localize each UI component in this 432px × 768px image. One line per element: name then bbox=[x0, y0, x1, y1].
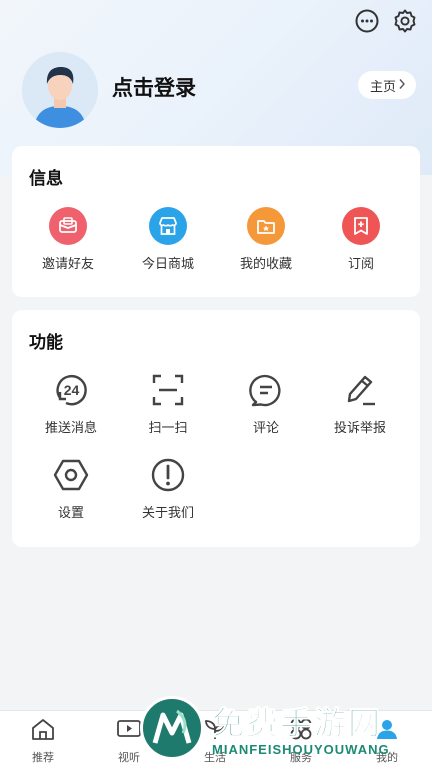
today-store-item[interactable]: 今日商城 bbox=[117, 207, 219, 272]
report-label: 投诉举报 bbox=[333, 420, 386, 435]
home-button[interactable]: 主页 bbox=[357, 71, 416, 99]
about-us-label: 关于我们 bbox=[141, 505, 194, 520]
watermark: 免费手游网 MIANFEISHOUYOUWANG bbox=[140, 694, 432, 768]
subscribe-item[interactable]: 订阅 bbox=[310, 207, 412, 272]
invite-friends-label: 邀请好友 bbox=[41, 256, 94, 271]
login-prompt[interactable]: 点击登录 bbox=[112, 72, 196, 102]
comment-label: 评论 bbox=[252, 420, 279, 435]
svg-text:24: 24 bbox=[64, 382, 80, 398]
settings-item[interactable]: 设置 bbox=[20, 456, 122, 521]
gear-icon[interactable] bbox=[392, 8, 418, 34]
nav-item-recommend[interactable]: 推荐 bbox=[0, 717, 86, 765]
favorites-icon bbox=[247, 207, 285, 245]
about-us-item[interactable]: 关于我们 bbox=[117, 456, 219, 521]
about-exclamation-icon bbox=[149, 456, 187, 494]
home-icon bbox=[30, 717, 56, 746]
report-pen-icon bbox=[341, 371, 379, 409]
comment-icon bbox=[247, 371, 285, 409]
scan-icon bbox=[149, 371, 187, 409]
watermark-logo-icon bbox=[140, 696, 204, 760]
push-messages-label: 推送消息 bbox=[44, 420, 97, 435]
function-section-title: 功能 bbox=[29, 333, 63, 352]
report-item[interactable]: 投诉举报 bbox=[309, 371, 411, 436]
subscribe-label: 订阅 bbox=[347, 256, 374, 271]
invite-friends-item[interactable]: 邀请好友 bbox=[17, 207, 119, 272]
function-card: 功能 24 推送消息 扫一扫 评论 投诉举报 设置 关于我们 bbox=[12, 310, 420, 547]
push-24-icon: 24 bbox=[52, 371, 90, 409]
watermark-subtitle: MIANFEISHOUYOUWANG bbox=[212, 742, 390, 757]
avatar[interactable] bbox=[22, 52, 98, 128]
push-messages-item[interactable]: 24 推送消息 bbox=[20, 371, 122, 436]
info-card: 信息 邀请好友 今日商城 我的收藏 订阅 bbox=[12, 146, 420, 297]
nav-label-video: 视听 bbox=[118, 752, 140, 764]
chevron-right-icon bbox=[398, 78, 406, 93]
my-favorites-item[interactable]: 我的收藏 bbox=[215, 207, 317, 272]
top-toolbar bbox=[354, 8, 418, 34]
settings-hexagon-icon bbox=[52, 456, 90, 494]
home-button-label: 主页 bbox=[369, 78, 396, 94]
nav-label-recommend: 推荐 bbox=[32, 752, 54, 764]
scan-label: 扫一扫 bbox=[148, 420, 188, 435]
video-icon bbox=[116, 717, 142, 746]
store-icon bbox=[149, 207, 187, 245]
settings-label: 设置 bbox=[57, 505, 84, 520]
comment-item[interactable]: 评论 bbox=[215, 371, 317, 436]
my-favorites-label: 我的收藏 bbox=[239, 256, 292, 271]
watermark-title: 免费手游网 bbox=[211, 705, 383, 742]
invite-icon bbox=[49, 207, 87, 245]
subscribe-icon bbox=[342, 207, 380, 245]
today-store-label: 今日商城 bbox=[141, 256, 194, 271]
message-icon[interactable] bbox=[354, 8, 380, 34]
info-section-title: 信息 bbox=[29, 169, 63, 188]
scan-item[interactable]: 扫一扫 bbox=[117, 371, 219, 436]
